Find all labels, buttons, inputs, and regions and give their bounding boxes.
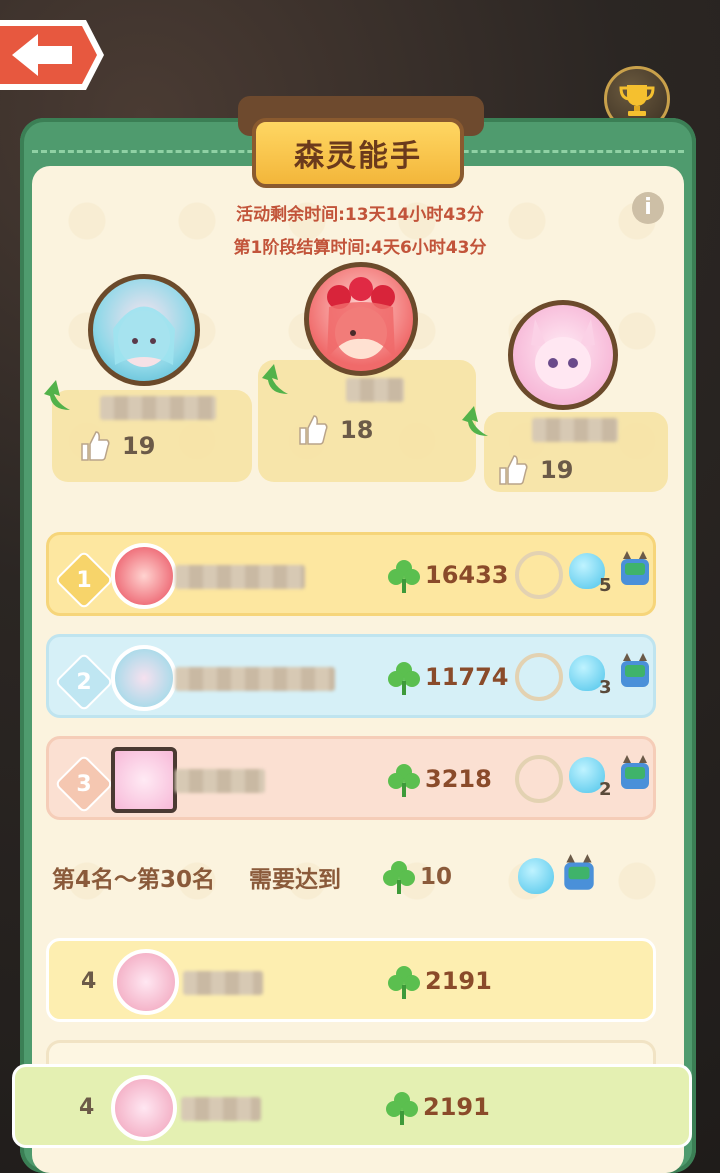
trophy-icon [619, 85, 655, 116]
thumbs-up-icon [81, 431, 110, 461]
podium-name-center [346, 378, 404, 402]
like-count: 18 [340, 416, 374, 444]
back-arrow-icon [0, 20, 104, 90]
ranking-row-1[interactable]: 1 16433 5 [46, 532, 656, 616]
reward-count: 5 [599, 575, 612, 596]
player-name [175, 667, 335, 691]
ranking-row-3[interactable]: 3 3218 2 [46, 736, 656, 820]
player-score: 2191 [425, 967, 492, 995]
podium-like-right[interactable]: 19 [498, 454, 573, 486]
title-plate: 森灵能手 [252, 118, 464, 188]
reward-frame-icon [515, 551, 563, 599]
podium-like-center[interactable]: 18 [298, 414, 373, 446]
clover-icon [386, 1092, 418, 1125]
rank-badge: 1 [54, 550, 114, 610]
reward-frame-icon [515, 653, 563, 701]
player-score: 3218 [425, 765, 492, 793]
self-name [181, 1097, 261, 1121]
podium-like-left[interactable]: 19 [80, 430, 155, 462]
clover-icon [388, 966, 420, 999]
requirement-range: 第4名～第30名 [52, 867, 216, 893]
clover-icon [388, 662, 420, 695]
requirement-line: 第4名～第30名 需要达到 [52, 860, 341, 894]
player-avatar[interactable] [113, 949, 179, 1015]
rank-up-arrow-icon [262, 364, 288, 394]
requirement-label: 需要达到 [249, 867, 342, 893]
list-row[interactable]: 4 2191 [46, 938, 656, 1022]
info-button[interactable]: i [632, 192, 664, 224]
player-name [175, 565, 305, 589]
reward-slime-icon [518, 858, 554, 894]
reward-count: 3 [599, 677, 612, 698]
podium-name-left [100, 396, 216, 420]
remaining-time-text: 活动剩余时间:13天14小时43分 [236, 205, 484, 225]
reward-count: 2 [599, 779, 612, 800]
cookie-portrait-icon [531, 319, 595, 389]
reward-frame-icon [515, 755, 563, 803]
podium-avatar-right[interactable] [508, 300, 618, 410]
clover-icon [388, 764, 420, 797]
ranking-row-2[interactable]: 2 11774 3 [46, 634, 656, 718]
player-avatar[interactable] [111, 543, 177, 609]
event-title: 森灵能手 [294, 139, 422, 174]
self-rank: 4 [79, 1095, 95, 1120]
requirement-value: 10 [420, 864, 453, 890]
reward-robot-icon [621, 551, 649, 585]
like-count: 19 [122, 432, 156, 460]
player-name [175, 769, 265, 793]
clover-icon [388, 560, 420, 593]
reward-robot-icon [621, 653, 649, 687]
podium-avatar-center[interactable] [304, 262, 418, 376]
podium-avatar-left[interactable] [88, 274, 200, 386]
rank-badge: 2 [54, 652, 114, 712]
player-avatar[interactable] [111, 645, 177, 711]
player-score: 16433 [425, 561, 509, 589]
self-score: 2191 [423, 1093, 490, 1121]
thumbs-up-icon [499, 455, 528, 485]
thumbs-up-icon [299, 415, 328, 445]
info-icon: i [644, 195, 652, 220]
stage-time-text: 第1阶段结算时间:4天6小时43分 [233, 238, 487, 258]
cookie-portrait-icon [327, 277, 395, 359]
rank-up-arrow-icon [462, 406, 488, 436]
cookie-portrait-icon [113, 306, 175, 367]
like-count: 19 [540, 456, 574, 484]
row-rank: 4 [81, 969, 97, 994]
self-rank-row[interactable]: 4 2191 [12, 1064, 692, 1148]
podium-name-right [532, 418, 618, 442]
player-score: 11774 [425, 663, 509, 691]
reward-robot-icon [564, 854, 594, 890]
self-avatar[interactable] [111, 1075, 177, 1141]
clover-icon [383, 861, 415, 894]
player-avatar[interactable] [111, 747, 177, 813]
player-name [183, 971, 263, 995]
back-button[interactable] [0, 16, 104, 94]
rank-up-arrow-icon [44, 380, 70, 410]
rank-badge: 3 [54, 754, 114, 814]
reward-robot-icon [621, 755, 649, 789]
